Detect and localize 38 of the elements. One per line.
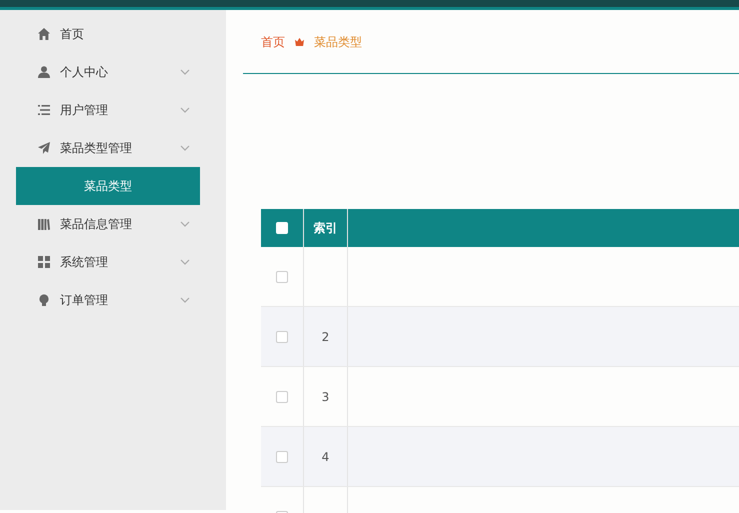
- sidebar-label: 个人中心: [60, 64, 108, 81]
- sidebar-label: 首页: [60, 26, 84, 43]
- checkbox[interactable]: [276, 330, 288, 342]
- home-icon: [38, 28, 50, 40]
- sidebar-item[interactable]: 首页: [0, 15, 226, 53]
- sidebar-item[interactable]: 订单管理: [0, 281, 226, 319]
- chevron-down-icon: [180, 145, 190, 151]
- paper-plane-icon: [38, 142, 50, 154]
- sidebar-label: 系统管理: [60, 254, 108, 271]
- grid-icon: [38, 256, 50, 268]
- chevron-down-icon: [180, 69, 190, 75]
- chevron-down-icon: [180, 107, 190, 113]
- sidebar-item[interactable]: 菜品类型管理: [0, 129, 226, 167]
- list-icon: [38, 104, 50, 116]
- crown-icon: [295, 37, 304, 46]
- checkbox[interactable]: [276, 390, 288, 402]
- chevron-down-icon: [180, 259, 190, 265]
- checkbox[interactable]: [276, 450, 288, 462]
- sidebar-item[interactable]: 个人中心: [0, 53, 226, 91]
- sidebar-label: 菜品信息管理: [60, 216, 132, 233]
- sidebar-item[interactable]: 菜品信息管理: [0, 205, 226, 243]
- submenu-item[interactable]: 菜品类型: [16, 167, 200, 205]
- chevron-down-icon: [180, 221, 190, 227]
- chevron-down-icon: [180, 297, 190, 303]
- table-cell-text: 2: [322, 328, 330, 346]
- table-cell-text: 4: [322, 448, 330, 466]
- sidebar-label: 菜品类型管理: [60, 140, 132, 157]
- table-cell-text: 3: [322, 388, 330, 406]
- column-header: 索引: [314, 220, 338, 237]
- user-icon: [38, 66, 50, 78]
- bulb-icon: [38, 294, 50, 306]
- books-icon: [38, 218, 50, 230]
- sidebar-item[interactable]: 系统管理: [0, 243, 226, 281]
- breadcrumb-link[interactable]: 首页: [261, 32, 285, 50]
- checkbox[interactable]: [276, 270, 288, 282]
- sidebar-label: 用户管理: [60, 102, 108, 119]
- sidebar-item[interactable]: 用户管理: [0, 91, 226, 129]
- sidebar-label: 订单管理: [60, 292, 108, 309]
